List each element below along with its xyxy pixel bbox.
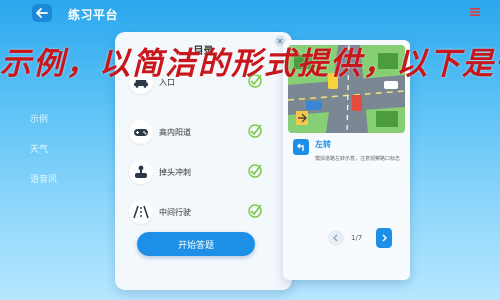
page-indicator: 1/7: [351, 234, 363, 242]
side-item-3[interactable]: 语音风: [30, 172, 57, 185]
catalog-card: 目录 入口 高内阳道 掉头冲刺 中间行驶 开始答题: [115, 32, 292, 290]
chevron-left-icon[interactable]: [328, 230, 344, 246]
row-label: 掉头冲刺: [159, 168, 191, 177]
tip-description: 模拟道路左转示意，注意观察路口标志: [315, 156, 401, 162]
tip-title: 左转: [315, 140, 331, 149]
check-icon: [248, 124, 262, 138]
side-item-2[interactable]: 天气: [30, 142, 48, 155]
page-title: 练习平台: [68, 8, 119, 22]
pager: 1/7: [328, 227, 398, 249]
turn-left-icon: [293, 139, 309, 155]
tip-section: 左转 模拟道路左转示意，注意观察路口标志: [293, 137, 405, 171]
car-icon: [129, 70, 153, 94]
list-item[interactable]: 入口: [115, 66, 292, 106]
menu-icon[interactable]: [468, 6, 482, 18]
preview-panel: 左转 模拟道路左转示意，注意观察路口标志 1/7: [283, 40, 410, 280]
check-icon: [248, 204, 262, 218]
road-scene-image: [288, 45, 405, 133]
list-item[interactable]: 中间行驶: [115, 196, 292, 236]
side-item-1[interactable]: 示例: [30, 112, 48, 125]
row-label: 中间行驶: [159, 208, 191, 217]
chevron-right-icon[interactable]: [376, 228, 392, 248]
list-item[interactable]: 高内阳道: [115, 116, 292, 156]
list-item[interactable]: 掉头冲刺: [115, 156, 292, 196]
back-button[interactable]: [32, 4, 52, 22]
joystick-icon: [129, 160, 153, 184]
check-icon: [248, 74, 262, 88]
road-icon: [129, 200, 153, 224]
side-menu: 示例 天气 语音风: [0, 30, 90, 300]
gamepad-icon: [129, 120, 153, 144]
start-answer-button[interactable]: 开始答题: [137, 232, 255, 256]
card-title: 目录: [193, 46, 214, 57]
row-label: 高内阳道: [159, 128, 191, 137]
back-arrow-icon: [36, 8, 48, 18]
top-bar: 练习平台: [0, 0, 500, 26]
row-label: 入口: [159, 78, 175, 87]
check-icon: [248, 164, 262, 178]
